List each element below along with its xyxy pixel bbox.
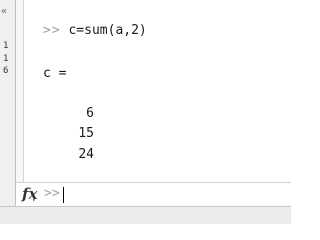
command-text: c=sum(a,2) [68,23,147,38]
command-line: >> c=sum(a,2) [43,23,147,39]
output-value: 15 [78,126,94,141]
side-line-number: 1 [3,54,9,64]
workspace-side-pane: « 1 1 6 [0,0,16,206]
output-variable-label: c = [43,66,67,81]
command-input-bar[interactable]: fx ▾ >> [16,182,291,207]
status-bar [0,206,291,224]
dropdown-arrow-icon[interactable]: ▾ [32,198,36,204]
pane-scrollbar[interactable] [16,0,24,206]
command-window: >> c=sum(a,2) c = 6 15 24 [24,0,291,182]
output-value: 6 [86,106,94,121]
text-caret [63,187,64,203]
command-prompt: >> [43,23,61,38]
side-line-number: 6 [3,66,9,76]
output-value: 24 [78,147,94,162]
side-line-number: 1 [3,41,9,51]
input-prompt: >> [44,186,60,201]
collapse-chevron-icon[interactable]: « [1,7,7,17]
